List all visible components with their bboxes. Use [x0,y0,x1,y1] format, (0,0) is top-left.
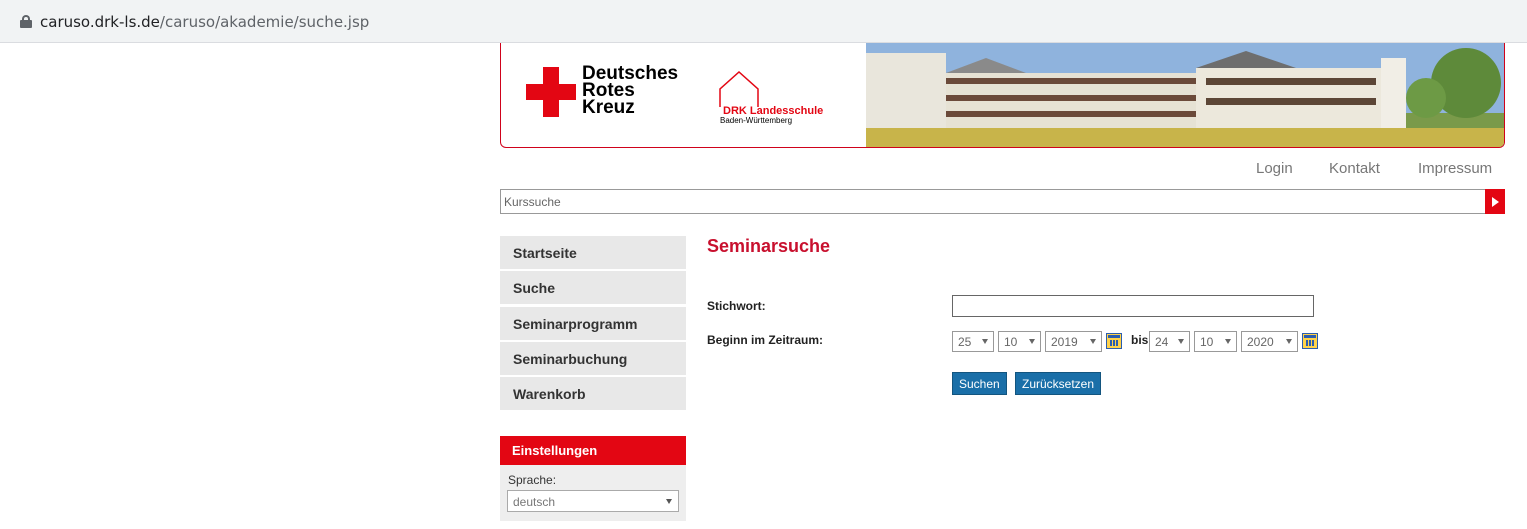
settings-header: Einstellungen [500,436,686,465]
to-month-select[interactable]: 10 [1194,331,1237,352]
url-domain: caruso.drk-ls.de [40,13,160,31]
language-label: Sprache: [508,473,557,487]
chevron-down-icon [1178,339,1184,344]
header-banner: Deutsches Rotes Kreuz DRK Landesschule B… [500,43,1505,148]
period-label: Beginn im Zeitraum: [707,333,824,347]
chevron-down-icon [1090,339,1096,344]
course-search-input[interactable]: Kurssuche [500,189,1486,214]
org-name: Deutsches Rotes Kreuz [582,64,678,118]
to-year-select[interactable]: 2020 [1241,331,1298,352]
to-month-value: 10 [1200,335,1214,349]
url-path: /caruso/akademie/suche.jsp [159,13,370,31]
house-icon [719,70,759,107]
keyword-input[interactable] [952,295,1314,317]
address-bar[interactable]: caruso.drk-ls.de/caruso/akademie/suche.j… [0,0,1527,43]
language-select[interactable]: deutsch [507,490,679,512]
sidebar-item-seminarbuchung[interactable]: Seminarbuchung [500,342,686,375]
to-day-value: 24 [1155,335,1169,349]
chevron-down-icon [1225,339,1231,344]
org-name-line3: Kreuz [582,97,635,118]
red-cross-logo-bar [526,84,576,100]
page-title: Seminarsuche [707,236,831,256]
to-day-select[interactable]: 24 [1149,331,1190,352]
chevron-down-icon [1029,339,1035,344]
from-year-select[interactable]: 2019 [1045,331,1102,352]
sidebar-item-seminarprogramm[interactable]: Seminarprogramm [500,307,686,340]
chevron-down-icon [1286,339,1292,344]
school-region: Baden-Württemberg [720,116,793,125]
contact-link[interactable]: Kontakt [1329,160,1380,177]
course-search-button[interactable] [1485,189,1505,214]
sidebar-item-suche[interactable]: Suche [500,271,686,304]
chevron-down-icon [982,339,988,344]
from-day-value: 25 [958,335,972,349]
sidebar-item-warenkorb[interactable]: Warenkorb [500,377,686,410]
login-link[interactable]: Login [1256,160,1293,177]
keyword-label: Stichwort: [707,299,766,313]
range-separator: bis [1131,333,1149,347]
from-month-select[interactable]: 10 [998,331,1041,352]
lock-icon [20,15,32,28]
building-photo [866,43,1504,147]
search-button[interactable]: Suchen [952,372,1007,395]
chevron-down-icon [666,499,672,504]
url-text[interactable]: caruso.drk-ls.de/caruso/akademie/suche.j… [40,13,369,31]
language-value: deutsch [513,495,556,509]
from-month-value: 10 [1004,335,1018,349]
calendar-icon[interactable] [1106,333,1122,349]
landesschule-logo: DRK Landesschule Baden-Württemberg [717,69,857,125]
building-illustration [866,43,1504,147]
to-year-value: 2020 [1247,335,1274,349]
sidebar-item-startseite[interactable]: Startseite [500,236,686,269]
calendar-icon[interactable] [1302,333,1318,349]
from-day-select[interactable]: 25 [952,331,994,352]
from-year-value: 2019 [1051,335,1078,349]
reset-button[interactable]: Zurücksetzen [1015,372,1102,395]
imprint-link[interactable]: Impressum [1418,160,1492,177]
settings-panel: Sprache: deutsch [500,465,686,521]
play-arrow-icon [1492,197,1499,207]
